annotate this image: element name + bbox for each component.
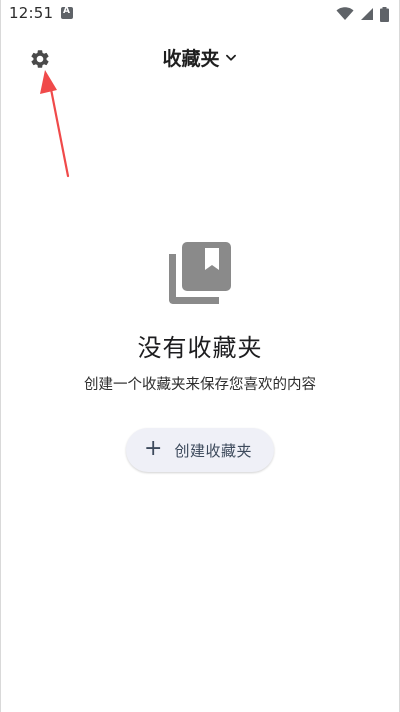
create-collection-label: 创建收藏夹	[174, 441, 252, 460]
chevron-down-icon	[225, 54, 236, 61]
status-icons	[336, 6, 389, 22]
plus-icon: +	[144, 436, 163, 461]
battery-icon	[380, 6, 389, 22]
collection-title-dropdown[interactable]: 收藏夹	[1, 44, 399, 71]
annotation-arrow-icon	[40, 70, 70, 178]
empty-state-title: 没有收藏夹	[137, 334, 263, 362]
wifi-icon	[336, 7, 354, 20]
empty-state-subtitle: 创建一个收藏夹来保存您喜欢的内容	[84, 377, 316, 393]
signal-icon	[361, 8, 373, 20]
empty-state: 没有收藏夹 创建一个收藏夹来保存您喜欢的内容 + 创建收藏夹	[1, 240, 399, 472]
app-screen: 12:51 A 收藏夹 没有收藏夹 创建一个收藏夹来保存您喜欢的内容 + 创建收…	[0, 0, 400, 712]
status-time: 12:51	[9, 4, 54, 22]
collections-bookmark-icon	[169, 242, 231, 304]
page-title: 收藏夹	[162, 48, 220, 70]
status-bar: 12:51 A	[1, 0, 399, 28]
a-letter-icon: A	[61, 6, 73, 19]
create-collection-button[interactable]: + 创建收藏夹	[126, 428, 274, 472]
